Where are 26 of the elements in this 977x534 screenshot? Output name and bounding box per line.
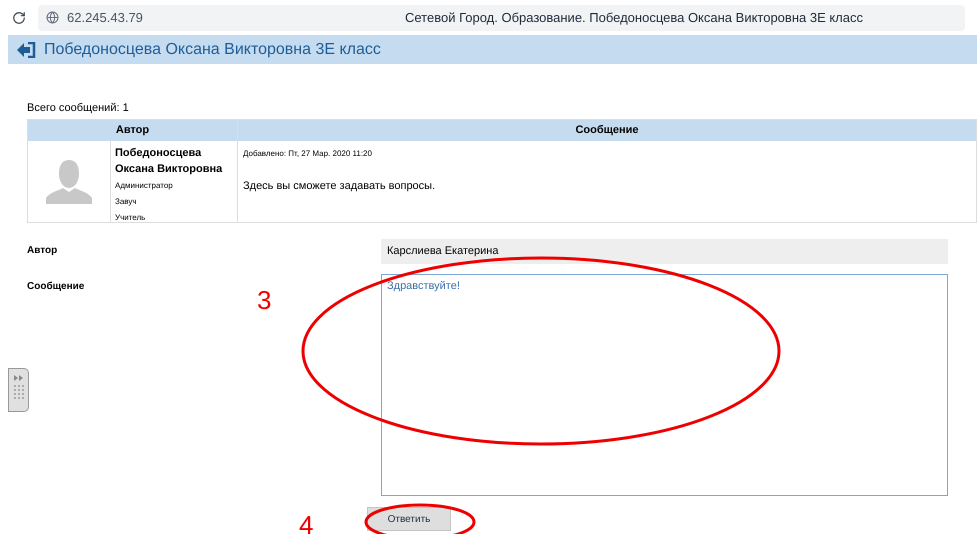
page-title: Сетевой Город. Образование. Победоносцева Оксана Викторовна 3Е класс	[405, 8, 863, 27]
annotation-number: 4	[299, 509, 314, 534]
reload-icon[interactable]	[12, 10, 26, 24]
column-header: Сообщение	[574, 122, 640, 138]
author-role: Администратор	[115, 180, 174, 192]
header-title: Победоносцева Оксана Викторовна 3Е класс	[44, 40, 381, 60]
added-date: Добавлено: Пт, 27 Мар. 2020 11:20	[243, 148, 373, 160]
address-bar[interactable]: 62.245.43.79 Сетевой Город. Образование. Победоносцева Оксана Викторовна 3Е класс	[38, 4, 965, 30]
message-field[interactable]: Здравствуйте!	[381, 274, 948, 496]
annotation-number: 3	[257, 284, 272, 317]
author-name: Победоносцева Оксана Викторовна	[115, 146, 224, 176]
column-header: Автор	[28, 120, 238, 140]
message-count: Всего сообщений: 1	[27, 101, 130, 116]
field-label: Автор	[27, 244, 58, 256]
globe-icon	[46, 11, 59, 24]
author-role: Учитель	[115, 212, 146, 224]
address-text: 62.245.43.79	[67, 8, 144, 27]
field-label: Сообщение	[27, 280, 84, 292]
author-role: Завуч	[115, 196, 138, 208]
message-text: Здесь вы сможете задавать вопросы.	[243, 178, 436, 194]
side-panel-tab[interactable]	[8, 368, 29, 412]
author-field: Карслиева Екатерина	[381, 238, 948, 264]
back-icon[interactable]	[16, 42, 36, 58]
reply-button[interactable]: Ответить	[367, 507, 451, 531]
avatar-icon	[46, 158, 92, 204]
dots-icon	[12, 374, 24, 400]
